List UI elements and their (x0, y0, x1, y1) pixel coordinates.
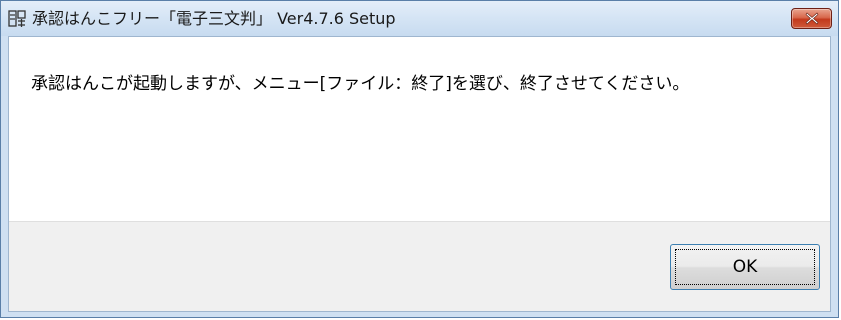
window-title: 承認はんこフリー「電子三文判」 Ver4.7.6 Setup (32, 9, 396, 28)
setup-dialog-window: 承認はんこフリー「電子三文判」 Ver4.7.6 Setup 承認はんこが起動し… (0, 0, 839, 318)
ok-button-label: OK (732, 257, 758, 277)
dialog-content: 承認はんこが起動しますが、メニュー[ファイル：終了]を選び、終了させてください。… (8, 36, 831, 312)
close-icon (805, 12, 819, 25)
button-bar: OK (9, 221, 830, 311)
stamp-app-icon (8, 10, 26, 28)
dialog-message: 承認はんこが起動しますが、メニュー[ファイル：終了]を選び、終了させてください。 (31, 74, 690, 94)
title-bar[interactable]: 承認はんこフリー「電子三文判」 Ver4.7.6 Setup (1, 1, 838, 36)
close-button[interactable] (791, 8, 832, 29)
ok-button[interactable]: OK (670, 244, 820, 290)
